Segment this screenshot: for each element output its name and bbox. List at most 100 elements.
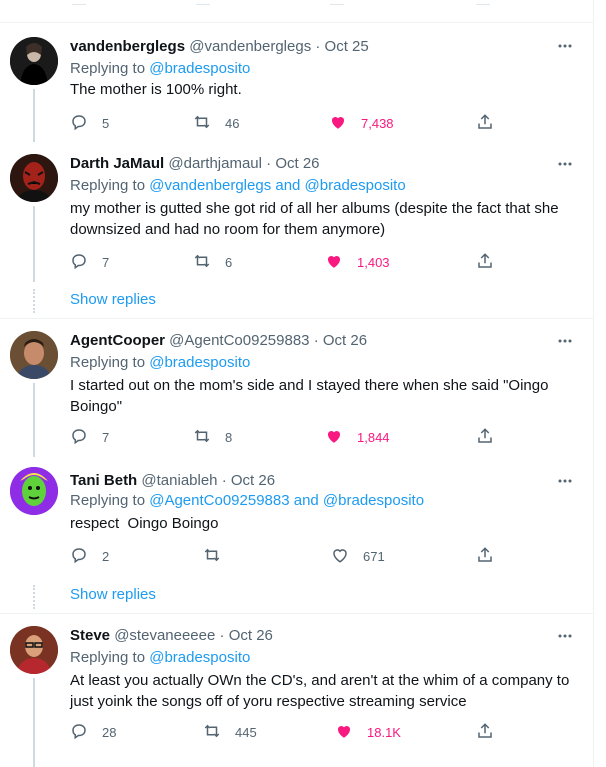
avatar[interactable] [10, 154, 58, 202]
reply-button[interactable]: 5 [70, 113, 109, 133]
share-icon [476, 722, 494, 743]
replying-label: Replying to [70, 60, 146, 77]
share-button[interactable] [476, 546, 494, 566]
replying-to-link[interactable]: @AgentCo09259883 and @bradesposito [149, 492, 424, 509]
tweet-date[interactable]: Oct 25 [325, 38, 369, 55]
display-name[interactable]: AgentCooper [70, 332, 165, 349]
handle[interactable]: @AgentCo09259883 [169, 332, 309, 349]
display-name[interactable]: vandenberglegs [70, 38, 185, 55]
separator-dot: · [266, 155, 272, 172]
retweet-button[interactable]: 445 [203, 722, 257, 742]
like-button[interactable]: 7,438 [329, 113, 394, 133]
display-name[interactable]: Tani Beth [70, 472, 137, 489]
retweet-button[interactable]: 46 [193, 113, 239, 133]
retweet-button[interactable]: 8 [193, 427, 232, 447]
like-button[interactable]: 671 [331, 546, 385, 566]
reply-button[interactable]: 7 [70, 252, 109, 272]
heart-icon [335, 722, 353, 743]
display-name[interactable]: Darth JaMaul [70, 155, 164, 172]
tweet[interactable]: Darth JaMaul @darthjamaul · Oct 26 Reply… [0, 142, 593, 284]
like-count: 7,438 [361, 115, 394, 131]
heart-icon [325, 252, 343, 273]
share-button[interactable] [476, 427, 494, 447]
reply-count: 7 [102, 254, 110, 270]
replying-to-link[interactable]: @bradesposito [149, 649, 250, 666]
heart-icon [329, 113, 347, 134]
retweet-button[interactable]: 6 [193, 252, 232, 272]
show-replies-link[interactable]: Show replies [70, 291, 156, 308]
retweet-icon [193, 427, 211, 448]
tweet-text: At least you actually OWn the CD's, and … [70, 672, 570, 710]
more-icon[interactable] [556, 332, 574, 350]
replying-label: Replying to [70, 354, 146, 371]
replying-to-link[interactable]: @bradesposito [149, 354, 250, 371]
tweet[interactable]: AgentCooper @AgentCo09259883 · Oct 26 Re… [0, 319, 593, 457]
replying-to-link[interactable]: @bradesposito [149, 60, 250, 77]
like-count: 1,844 [357, 429, 390, 445]
tweet-date[interactable]: Oct 26 [275, 155, 319, 172]
like-button[interactable]: 1,403 [325, 252, 390, 272]
reply-icon [70, 252, 88, 273]
show-replies-link[interactable]: Show replies [70, 586, 156, 603]
retweet-count: 46 [225, 115, 240, 131]
separator-dot: · [221, 472, 227, 489]
like-count: 18.1K [367, 724, 401, 740]
previous-tweet-edge [0, 0, 593, 23]
more-icon[interactable] [556, 155, 574, 173]
reply-count: 2 [102, 548, 110, 564]
reply-button[interactable]: 2 [70, 546, 109, 566]
handle[interactable]: @vandenberglegs [189, 38, 311, 55]
tweet-date[interactable]: Oct 26 [323, 332, 367, 349]
tweet-date[interactable]: Oct 26 [229, 627, 273, 644]
tweet[interactable]: Steve @stevaneeeee · Oct 26 Replying to … [0, 614, 593, 767]
like-count: 671 [363, 548, 385, 564]
reply-button[interactable]: 28 [70, 722, 116, 742]
retweet-icon [203, 546, 221, 567]
more-icon[interactable] [556, 472, 574, 490]
replying-label: Replying to [70, 649, 146, 666]
tweet-header: Darth JaMaul @darthjamaul · Oct 26 [70, 154, 320, 174]
retweet-count: 6 [225, 254, 233, 270]
heart-icon [331, 546, 349, 567]
avatar[interactable] [10, 331, 58, 379]
replying-to: Replying to @bradesposito [70, 353, 250, 373]
tweet-date[interactable]: Oct 26 [231, 472, 275, 489]
like-button[interactable]: 1,844 [325, 427, 390, 447]
avatar[interactable] [10, 37, 58, 85]
share-icon [476, 427, 494, 448]
replying-to: Replying to @bradesposito [70, 648, 250, 668]
replying-label: Replying to [70, 492, 146, 509]
separator-dot: · [315, 38, 321, 55]
reply-icon [70, 546, 88, 567]
avatar[interactable] [10, 626, 58, 674]
reply-count: 28 [102, 724, 117, 740]
replying-to: Replying to @AgentCo09259883 and @brades… [70, 491, 424, 511]
retweet-button[interactable] [203, 546, 235, 566]
tweet-text: my mother is gutted she got rid of all h… [70, 200, 559, 238]
like-count: 1,403 [357, 254, 390, 270]
replying-to: Replying to @vandenberglegs and @bradesp… [70, 176, 406, 196]
avatar[interactable] [10, 467, 58, 515]
tweet[interactable]: vandenberglegs @vandenberglegs · Oct 25 … [0, 22, 593, 142]
tweet-text: respect Oingo Boingo [70, 515, 219, 532]
thread-line [33, 89, 35, 142]
replying-to-link[interactable]: @vandenberglegs and @bradesposito [149, 177, 405, 194]
handle[interactable]: @darthjamaul [168, 155, 262, 172]
more-icon[interactable] [556, 627, 574, 645]
share-button[interactable] [476, 252, 494, 272]
handle[interactable]: @stevaneeeee [114, 627, 215, 644]
thread-line [33, 678, 35, 767]
reply-button[interactable]: 7 [70, 427, 109, 447]
share-icon [476, 252, 494, 273]
display-name[interactable]: Steve [70, 627, 110, 644]
share-button[interactable] [476, 113, 494, 133]
like-button[interactable]: 18.1K [335, 722, 401, 742]
reply-icon [70, 427, 88, 448]
tweet[interactable]: Tani Beth @taniableh · Oct 26 Replying t… [0, 457, 593, 579]
thread-dots [33, 289, 37, 313]
reply-count: 7 [102, 429, 110, 445]
share-button[interactable] [476, 722, 494, 742]
retweet-icon [193, 252, 211, 273]
handle[interactable]: @taniableh [141, 472, 217, 489]
more-icon[interactable] [556, 37, 574, 55]
